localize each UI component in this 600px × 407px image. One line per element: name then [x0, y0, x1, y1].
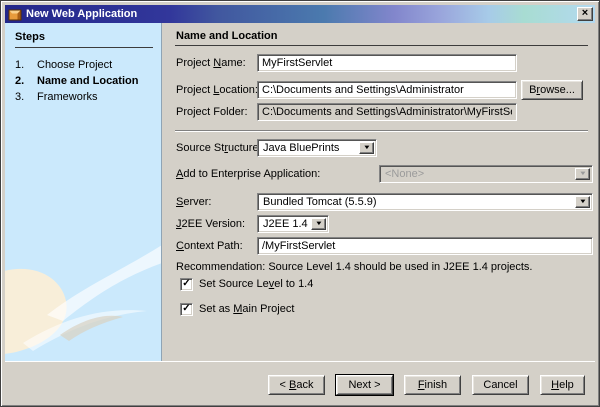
j2ee-version-label: J2EE Version:: [176, 215, 245, 233]
chevron-down-icon[interactable]: ▼: [575, 196, 590, 208]
add-to-enterprise-label: Add to Enterprise Application:: [176, 165, 320, 183]
project-folder-field: [257, 103, 517, 121]
project-name-label: Project Name:: [176, 54, 246, 72]
browse-button[interactable]: Browse...: [521, 80, 583, 100]
add-to-enterprise-combo: <None> ▼: [379, 165, 593, 183]
close-button[interactable]: ×: [577, 7, 593, 21]
main-panel: Name and Location Project Name: Project …: [163, 23, 597, 361]
chevron-down-icon[interactable]: ▼: [311, 218, 326, 230]
window-title: New Web Application: [26, 8, 577, 20]
context-path-label: Context Path:: [176, 237, 243, 255]
context-path-input[interactable]: [257, 237, 593, 255]
panel-heading: Name and Location: [176, 30, 277, 42]
step-choose-project: 1. Choose Project: [5, 57, 161, 73]
next-button[interactable]: Next >: [336, 375, 393, 395]
steps-sidebar: Steps 1. Choose Project 2. Name and Loca…: [5, 23, 162, 361]
project-location-input[interactable]: [257, 81, 517, 99]
close-icon: ×: [582, 8, 588, 19]
j2ee-version-combo[interactable]: J2EE 1.4 ▼: [257, 215, 329, 233]
chevron-down-icon[interactable]: ▼: [359, 142, 374, 154]
source-structure-label: Source Structure:: [176, 139, 262, 157]
steps-heading: Steps: [15, 31, 45, 43]
checkbox-box: ✓: [180, 278, 193, 291]
project-folder-label: Project Folder:: [176, 103, 248, 121]
server-combo[interactable]: Bundled Tomcat (5.5.9) ▼: [257, 193, 593, 211]
project-name-input[interactable]: [257, 54, 517, 72]
checkmark-icon: ✓: [182, 304, 190, 314]
cancel-button[interactable]: Cancel: [472, 375, 529, 395]
sidebar-watermark: [5, 211, 162, 361]
new-web-application-dialog: New Web Application × Steps 1. Choose Pr…: [0, 0, 600, 407]
checkbox-set-as-main-project[interactable]: ✓ Set as Main Project: [180, 302, 294, 316]
back-button[interactable]: < Back: [268, 375, 325, 395]
step-name-and-location: 2. Name and Location: [5, 73, 161, 89]
recommendation-text: Recommendation: Source Level 1.4 should …: [176, 261, 533, 273]
chevron-down-icon: ▼: [575, 168, 590, 180]
project-icon: [8, 7, 23, 22]
separator: [175, 130, 588, 132]
checkbox-set-source-level[interactable]: ✓ Set Source Level to 1.4: [180, 277, 313, 291]
checkmark-icon: ✓: [182, 279, 190, 289]
steps-rule: [15, 47, 153, 48]
step-frameworks: 3. Frameworks: [5, 89, 161, 105]
source-structure-combo[interactable]: Java BluePrints ▼: [257, 139, 377, 157]
button-bar: < Back Next > Finish Cancel Help: [5, 361, 595, 404]
titlebar[interactable]: New Web Application ×: [5, 5, 595, 23]
checkbox-box: ✓: [180, 303, 193, 316]
finish-button[interactable]: Finish: [404, 375, 461, 395]
project-location-label: Project Location:: [176, 81, 258, 99]
help-button[interactable]: Help: [540, 375, 585, 395]
heading-rule: [175, 45, 588, 46]
server-label: Server:: [176, 193, 211, 211]
